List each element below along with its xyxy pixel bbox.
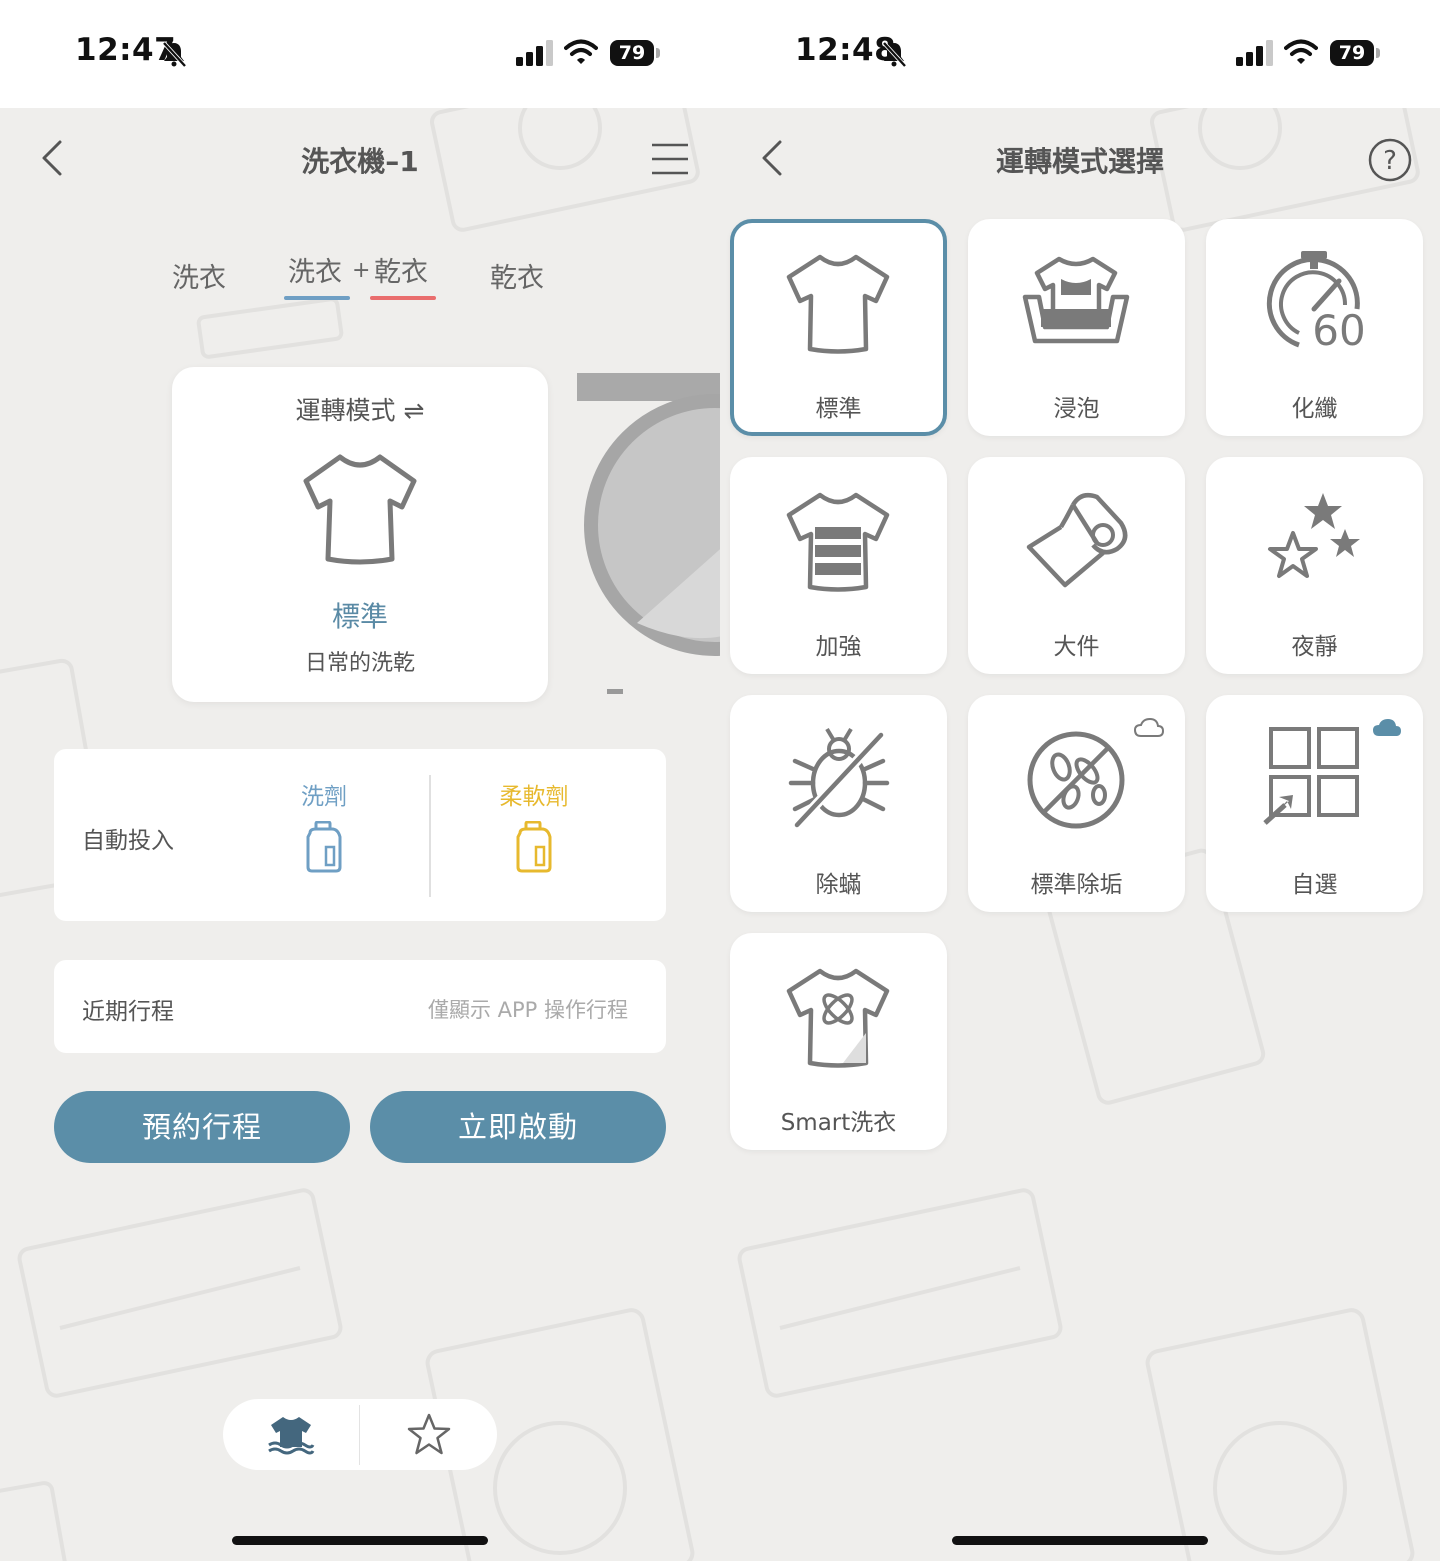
mode-label: Smart洗衣 — [780, 1110, 897, 1136]
star-favorites-icon[interactable] — [407, 1413, 451, 1455]
towel-roll-icon — [1026, 493, 1128, 588]
mode-label: 夜靜 — [1291, 634, 1338, 660]
home-indicator[interactable] — [952, 1536, 1208, 1545]
back-chevron-icon[interactable] — [36, 136, 68, 180]
mode-tile-standard[interactable]: 標準 — [730, 219, 947, 436]
mode-card[interactable]: 運轉模式 ⇌ 標準 日常的洗乾 — [172, 367, 548, 702]
mode-tile-night-quiet[interactable]: 夜靜 — [1206, 457, 1423, 674]
timer-60-icon: 60 — [1266, 251, 1366, 355]
auto-dispense-label: 自動投入 — [82, 828, 174, 854]
battery-indicator: 79 — [1330, 40, 1380, 66]
laundry-tab-icon[interactable] — [267, 1413, 315, 1455]
softener-label: 柔軟劑 — [499, 784, 569, 810]
washer-control-screen: 12:47 79 洗衣機–1 洗衣 洗衣 + 乾衣 乾衣 運轉模式 ⇌ 標準 日… — [0, 0, 720, 1561]
tshirt-icon — [303, 454, 417, 565]
mode-tile-anti-mite[interactable]: 除蟎 — [730, 695, 947, 912]
wifi-icon — [1284, 39, 1318, 64]
tab-plus: + — [352, 258, 371, 283]
mode-label: 自選 — [1291, 872, 1338, 898]
status-bar: 12:47 79 — [0, 0, 720, 108]
auto-dispense-divider — [429, 775, 431, 897]
cellular-signal-icon — [1236, 40, 1273, 66]
bottom-tab-bar — [223, 1399, 497, 1470]
tab-wash-underline — [284, 296, 350, 300]
mode-label: 大件 — [1053, 634, 1100, 660]
cloud-download-icon — [1133, 717, 1165, 737]
mode-tile-smart-wash[interactable]: Smart洗衣 — [730, 933, 947, 1150]
battery-cap — [1376, 48, 1380, 58]
recent-schedule-label: 近期行程 — [82, 999, 174, 1025]
auto-dispense-card: 自動投入 洗劑 柔軟劑 — [54, 749, 666, 921]
soak-icon — [1022, 256, 1130, 344]
smart-shirt-icon — [786, 968, 890, 1068]
tab-wash[interactable]: 洗衣 — [172, 256, 226, 295]
mode-label: 標準除垢 — [1030, 872, 1123, 898]
mode-card-description: 日常的洗乾 — [304, 651, 415, 676]
help-question-icon[interactable]: ? — [1368, 138, 1412, 182]
mode-card-title: 運轉模式 ⇌ — [295, 396, 425, 425]
tab-bar-divider — [359, 1405, 360, 1465]
detergent-bottle-icon[interactable] — [304, 821, 344, 873]
battery-level: 79 — [618, 42, 646, 64]
bell-muted-icon — [162, 41, 187, 68]
svg-text:60: 60 — [1312, 306, 1365, 355]
mode-card-name: 標準 — [331, 600, 388, 633]
mode-label: 浸泡 — [1053, 396, 1100, 422]
back-chevron-icon[interactable] — [756, 136, 788, 180]
battery-level: 79 — [1338, 42, 1366, 64]
battery-cap — [656, 48, 660, 58]
softener-bottle-icon[interactable] — [514, 821, 554, 873]
tab-dry[interactable]: 乾衣 — [490, 256, 544, 295]
page-title: 運轉模式選擇 — [995, 145, 1164, 178]
schedule-button[interactable]: 預約行程 — [54, 1091, 350, 1163]
menu-hamburger-icon[interactable] — [650, 142, 690, 176]
status-bar: 12:48 79 — [720, 0, 1440, 108]
tab-wash-part: 洗衣 — [288, 257, 342, 288]
wifi-icon — [564, 39, 598, 64]
tab-dry-part: 乾衣 — [374, 257, 428, 288]
cloud-icon — [1373, 719, 1401, 736]
detergent-label: 洗劑 — [301, 784, 347, 810]
tab-wash-dry[interactable]: 洗衣 + 乾衣 — [284, 250, 438, 310]
bacteria-icon — [1027, 731, 1125, 829]
no-mite-icon — [788, 727, 890, 829]
mode-tile-descale[interactable]: 標準除垢 — [968, 695, 1185, 912]
mode-tile-synthetic[interactable]: 60 化纖 — [1206, 219, 1423, 436]
mode-tile-custom[interactable]: 自選 — [1206, 695, 1423, 912]
recent-schedule-card[interactable]: 近期行程 僅顯示 APP 操作行程 — [54, 960, 666, 1053]
mode-label: 化纖 — [1291, 396, 1338, 422]
recent-schedule-note: 僅顯示 APP 操作行程 — [427, 998, 628, 1022]
home-indicator[interactable] — [232, 1536, 488, 1545]
cellular-signal-icon — [516, 40, 553, 66]
mode-tile-soak[interactable]: 浸泡 — [968, 219, 1185, 436]
mode-label: 除蟎 — [815, 872, 862, 898]
stars-icon — [1268, 493, 1360, 578]
custom-grid-icon — [1263, 727, 1359, 825]
bell-muted-icon — [882, 41, 907, 68]
washer-illustration — [577, 373, 720, 694]
mode-tile-intensive[interactable]: 加強 — [730, 457, 947, 674]
tab-dry-underline — [370, 296, 436, 300]
mode-tile-bulky[interactable]: 大件 — [968, 457, 1185, 674]
mode-label: 標準 — [815, 396, 862, 422]
svg-text:?: ? — [1383, 146, 1397, 176]
mode-select-screen: 12:48 79 運轉模式選擇 ? 標準 浸泡 60 化纖 加強 大件 夜靜 除… — [720, 0, 1440, 1561]
heavy-shirt-icon — [786, 492, 890, 592]
battery-indicator: 79 — [610, 40, 660, 66]
page-title: 洗衣機–1 — [301, 145, 419, 178]
mode-label: 加強 — [815, 634, 862, 660]
start-now-button[interactable]: 立即啟動 — [370, 1091, 666, 1163]
tshirt-icon — [786, 254, 890, 354]
